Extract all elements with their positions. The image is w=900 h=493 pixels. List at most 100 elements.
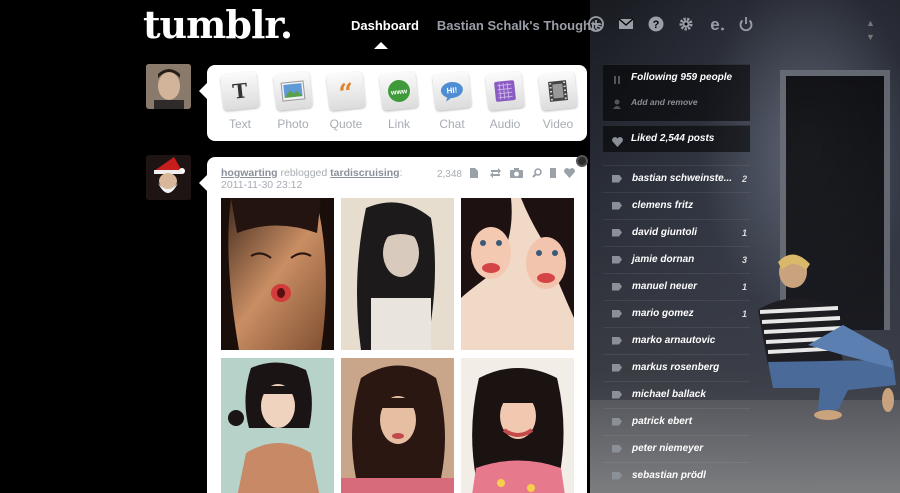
tag-name: bastian schweinste... bbox=[632, 173, 733, 184]
tag-name: markus rosenberg bbox=[632, 362, 720, 373]
following-count[interactable]: Following 959 people bbox=[631, 72, 732, 83]
header-icons: ? e bbox=[588, 15, 768, 34]
following-block[interactable]: Following 959 people Add and remove bbox=[603, 64, 750, 121]
post-photo[interactable] bbox=[341, 358, 454, 493]
post-source-link[interactable]: tardiscruising bbox=[330, 167, 399, 179]
tag-item[interactable]: manuel neuer 1 bbox=[603, 273, 750, 299]
post-type-label: Link bbox=[387, 117, 410, 131]
reblog-icon[interactable] bbox=[490, 168, 501, 181]
svg-text:HI!: HI! bbox=[446, 85, 458, 95]
post-composer: T Text Photo “ Quote www Link HI! Chat A… bbox=[199, 65, 587, 141]
post-meta: hogwarting reblogged tardiscruising: 201… bbox=[221, 167, 403, 191]
liked-block[interactable]: Liked 2,544 posts bbox=[603, 125, 750, 152]
plus-circle-icon[interactable] bbox=[588, 16, 604, 32]
search-icon[interactable] bbox=[532, 168, 542, 181]
post-photo[interactable] bbox=[221, 358, 334, 493]
post-photo[interactable] bbox=[221, 198, 334, 350]
post-type-link[interactable]: www Link bbox=[374, 71, 424, 131]
post-type-quote[interactable]: “ Quote bbox=[321, 71, 371, 131]
post-controls: 2,348 bbox=[437, 168, 575, 181]
tag-count: 1 bbox=[741, 308, 747, 319]
tag-icon bbox=[612, 255, 622, 264]
notes-icon[interactable] bbox=[470, 168, 478, 181]
notes-count[interactable]: 2,348 bbox=[437, 169, 462, 180]
tag-name: patrick ebert bbox=[632, 416, 693, 427]
e-icon[interactable]: e bbox=[708, 15, 724, 34]
post-type-label: Text bbox=[228, 117, 251, 131]
tag-item[interactable]: michael ballack bbox=[603, 381, 750, 407]
nav-blog[interactable]: Bastian Schalk's Thoughts bbox=[437, 18, 603, 33]
post-type-label: Chat bbox=[439, 117, 465, 131]
reblogger-avatar[interactable] bbox=[146, 155, 191, 200]
tag-icon bbox=[612, 444, 622, 453]
tag-icon bbox=[612, 363, 622, 372]
text-icon: T bbox=[220, 71, 260, 111]
add-people-icon bbox=[613, 96, 623, 114]
background-person bbox=[758, 254, 896, 420]
post-photo[interactable] bbox=[461, 198, 574, 350]
post-dismiss-icon[interactable] bbox=[576, 155, 588, 167]
tag-item[interactable]: marko arnautovic bbox=[603, 327, 750, 353]
tag-icon bbox=[612, 336, 622, 345]
tag-count: 2 bbox=[741, 173, 747, 184]
tag-count: 1 bbox=[741, 227, 747, 238]
tag-name: michael ballack bbox=[632, 389, 706, 400]
add-remove-link[interactable]: Add and remove bbox=[631, 97, 698, 107]
nav-dashboard[interactable]: Dashboard bbox=[351, 18, 419, 33]
tag-icon bbox=[612, 309, 622, 318]
tag-icon bbox=[612, 228, 622, 237]
user-avatar[interactable] bbox=[146, 64, 191, 109]
tag-icon bbox=[612, 282, 622, 291]
tag-item[interactable]: mario gomez 1 bbox=[603, 300, 750, 326]
post-type-text[interactable]: T Text bbox=[215, 71, 265, 131]
tag-item[interactable]: bastian schweinste... 2 bbox=[603, 165, 750, 191]
power-icon[interactable] bbox=[738, 16, 754, 32]
scroll-arrows[interactable]: ▲ ▼ bbox=[866, 16, 875, 44]
tag-icon bbox=[612, 417, 622, 426]
gear-icon[interactable] bbox=[678, 16, 694, 32]
quote-icon: “ bbox=[326, 71, 366, 111]
post-type-chat[interactable]: HI! Chat bbox=[427, 71, 477, 131]
post-timestamp: 2011-11-30 23:12 bbox=[221, 179, 303, 191]
following-icon bbox=[613, 72, 623, 90]
tumblr-logo[interactable]: tumblr. bbox=[143, 2, 293, 47]
help-icon[interactable]: ? bbox=[648, 16, 664, 32]
tag-count: 1 bbox=[741, 281, 747, 292]
dashboard-post: hogwarting reblogged tardiscruising: 201… bbox=[199, 157, 587, 493]
tag-item[interactable]: markus rosenberg bbox=[603, 354, 750, 380]
active-nav-caret bbox=[374, 42, 388, 49]
svg-text:T: T bbox=[231, 79, 248, 103]
post-type-photo[interactable]: Photo bbox=[268, 71, 318, 131]
camera-icon[interactable] bbox=[510, 168, 523, 181]
tag-item[interactable]: sebastian prödl bbox=[603, 462, 750, 488]
video-icon bbox=[538, 71, 578, 111]
post-type-label: Audio bbox=[489, 117, 521, 131]
post-type-video[interactable]: Video bbox=[533, 71, 583, 131]
tag-item[interactable]: peter niemeyer bbox=[603, 435, 750, 461]
tag-icon bbox=[612, 201, 622, 210]
svg-text:e: e bbox=[710, 16, 719, 32]
chat-icon: HI! bbox=[432, 71, 472, 111]
audio-icon bbox=[485, 71, 525, 111]
tag-name: manuel neuer bbox=[632, 281, 698, 292]
tag-item[interactable]: clemens fritz bbox=[603, 192, 750, 218]
post-photo[interactable] bbox=[341, 198, 454, 350]
link-icon: www bbox=[379, 71, 419, 111]
tag-name: marko arnautovic bbox=[632, 335, 716, 346]
heart-icon[interactable] bbox=[564, 168, 575, 181]
post-type-label: Photo bbox=[277, 117, 309, 131]
svg-text:“: “ bbox=[337, 79, 355, 103]
post-type-audio[interactable]: Audio bbox=[480, 71, 530, 131]
post-type-label: Quote bbox=[329, 117, 363, 131]
tag-item[interactable]: jamie dornan 3 bbox=[603, 246, 750, 272]
tag-item[interactable]: david giuntoli 1 bbox=[603, 219, 750, 245]
bookmark-icon[interactable] bbox=[550, 168, 556, 181]
post-author-link[interactable]: hogwarting bbox=[221, 167, 278, 179]
tag-name: mario gomez bbox=[632, 308, 694, 319]
tag-name: peter niemeyer bbox=[632, 443, 704, 454]
tag-name: jamie dornan bbox=[632, 254, 695, 265]
post-photo[interactable] bbox=[461, 358, 574, 493]
liked-count[interactable]: Liked 2,544 posts bbox=[631, 133, 714, 144]
mail-icon[interactable] bbox=[618, 16, 634, 32]
tag-item[interactable]: patrick ebert bbox=[603, 408, 750, 434]
